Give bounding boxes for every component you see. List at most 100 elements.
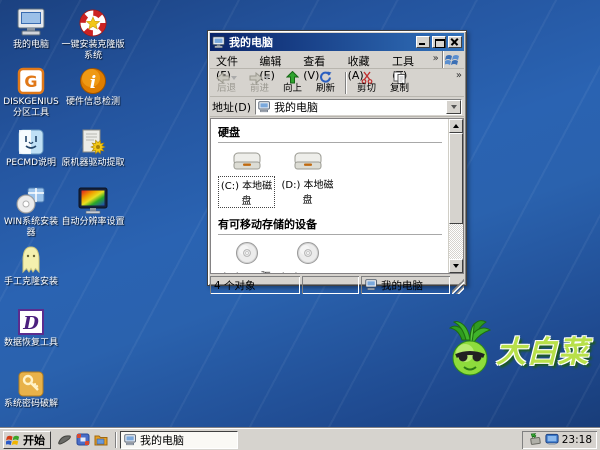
my-computer-icon — [258, 101, 271, 113]
drive-d-item[interactable]: (D:) 本地磁盘 — [279, 149, 336, 208]
my-computer-icon — [365, 279, 378, 291]
hard-drive-icon — [218, 149, 275, 173]
address-combo[interactable]: 我的电脑 — [255, 99, 462, 115]
start-logo-icon — [6, 433, 21, 447]
section-divider — [218, 234, 442, 235]
safely-remove-icon[interactable] — [528, 433, 542, 446]
system-tray: 23:18 — [522, 431, 597, 449]
scrollbar-track[interactable] — [449, 133, 463, 259]
address-value: 我的电脑 — [274, 99, 443, 115]
desktop-icon-label: 系统密码破解 — [1, 399, 61, 410]
desktop-icon-manual-ghost[interactable]: 手工克隆安装 — [1, 243, 61, 288]
toolbar-overflow-chevron[interactable]: » — [456, 70, 462, 81]
dabaicai-logo: 大白菜 — [444, 318, 596, 380]
window-controls — [416, 36, 462, 48]
desktop-icon-win-installer[interactable]: WIN系统安装器 — [1, 183, 61, 239]
drive-label: (X:) WINPE — [280, 272, 336, 273]
my-computer-icon — [124, 434, 137, 446]
desktop-icon-label: 数据恢复工具 — [1, 338, 61, 349]
back-dropdown-arrow[interactable] — [231, 76, 237, 80]
forward-button[interactable]: 前进 — [243, 70, 276, 96]
desktop-icon-password-crack[interactable]: 系统密码破解 — [1, 365, 61, 410]
down-arrow-icon — [453, 264, 459, 268]
drive-label: (E:) CD 驱动器 — [218, 268, 275, 273]
menu-tools[interactable]: 工具(T) — [386, 51, 430, 68]
menu-edit[interactable]: 编辑(E) — [253, 51, 297, 68]
minimize-button[interactable] — [416, 36, 430, 48]
toolbar: 后退 前进 向上 — [210, 69, 464, 97]
pecmd-quick-icon[interactable] — [76, 433, 90, 446]
cd-drive-icon — [279, 241, 336, 265]
up-button[interactable]: 向上 — [276, 70, 309, 96]
menu-overflow-chevron[interactable]: » — [430, 51, 442, 68]
start-button[interactable]: 开始 — [3, 431, 51, 449]
refresh-button[interactable]: 刷新 — [309, 70, 342, 96]
drive-e-item[interactable]: (E:) CD 驱动器 — [218, 241, 275, 273]
drive-x-item[interactable]: (X:) WINPE — [279, 241, 336, 273]
logo-text: 大白菜 — [496, 327, 589, 371]
forward-icon — [249, 72, 263, 84]
desktop-icon-oneclick-install[interactable]: 一键安装克隆版系统 — [60, 6, 126, 62]
svg-text:D: D — [22, 313, 39, 334]
desktop-icon-label: 手工克隆安装 — [1, 277, 61, 288]
back-icon — [216, 72, 230, 84]
close-button[interactable] — [448, 36, 462, 48]
scrollbar-thumb[interactable] — [449, 133, 463, 224]
status-bar: 4 个对象 我的电脑 — [210, 276, 464, 294]
back-button[interactable]: 后退 — [210, 70, 243, 96]
desktop: 我的电脑 G DISKGENIUS分区工具 PECMD说明 — [0, 0, 600, 450]
desktop-icon-label: 自动分辨率设置 — [60, 217, 126, 228]
desktop-icon-my-computer[interactable]: 我的电脑 — [1, 6, 61, 51]
my-computer-window: 我的电脑 文件(F) 编辑(E) 查看(V) 收藏(A) 工具(T) » — [207, 30, 467, 286]
section-header-removable: 有可移动存储的设备 — [218, 216, 446, 232]
resize-grip[interactable] — [452, 276, 464, 294]
copy-button[interactable]: 复制 — [383, 70, 416, 96]
vertical-scrollbar[interactable] — [448, 119, 463, 273]
address-bar: 地址(D) 我的电脑 — [210, 97, 464, 117]
hard-drive-icon — [279, 149, 336, 173]
status-location-text: 我的电脑 — [381, 278, 423, 293]
desktop-icon-diskgenius[interactable]: G DISKGENIUS分区工具 — [1, 63, 61, 119]
folder-view-main: 硬盘 (C:) 本地磁盘 — [211, 119, 448, 273]
desktop-icon-auto-resolution[interactable]: 自动分辨率设置 — [60, 183, 126, 228]
file-explorer-icon[interactable] — [94, 434, 108, 446]
win-installer-icon — [1, 183, 61, 215]
window-titlebar[interactable]: 我的电脑 — [210, 33, 464, 51]
scroll-down-button[interactable] — [449, 259, 463, 273]
desktop-icon-pecmd[interactable]: PECMD说明 — [1, 124, 61, 169]
drive-label: (C:) 本地磁盘 — [218, 176, 275, 208]
display-tray-icon[interactable] — [545, 433, 559, 446]
desktop-icon-label: 我的电脑 — [1, 40, 61, 51]
desktop-icon-data-recovery[interactable]: D 数据恢复工具 — [1, 304, 61, 349]
taskbar: 开始 我的电脑 — [0, 428, 600, 450]
menu-file[interactable]: 文件(F) — [210, 51, 253, 68]
desktop-icon-label: 原机器驱动提取 — [60, 158, 126, 169]
window-title-icon — [212, 36, 226, 49]
status-location-panel: 我的电脑 — [361, 276, 450, 294]
address-dropdown-button[interactable] — [446, 100, 461, 114]
menu-bar: 文件(F) 编辑(E) 查看(V) 收藏(A) 工具(T) » — [210, 51, 464, 69]
desktop-icon-label: WIN系统安装器 — [1, 217, 61, 239]
menu-view[interactable]: 查看(V) — [297, 51, 341, 68]
taskbar-item-my-computer[interactable]: 我的电脑 — [120, 431, 238, 449]
scroll-up-button[interactable] — [449, 119, 463, 133]
toolbar-separator — [345, 72, 347, 94]
quick-launch — [54, 433, 112, 446]
desktop-icon-hardware-info[interactable]: i 硬件信息检测 — [60, 63, 126, 108]
forward-dropdown-arrow[interactable] — [264, 76, 270, 80]
svg-text:G: G — [24, 72, 37, 91]
show-desktop-icon[interactable] — [58, 434, 72, 446]
desktop-icon-driver-extract[interactable]: 原机器驱动提取 — [60, 124, 126, 169]
maximize-button[interactable] — [432, 36, 446, 48]
window-title: 我的电脑 — [229, 34, 413, 50]
menu-favorites[interactable]: 收藏(A) — [342, 51, 386, 68]
desktop-icon-label: DISKGENIUS分区工具 — [1, 97, 61, 119]
cut-button[interactable]: 剪切 — [350, 70, 383, 96]
driver-gear-icon — [60, 124, 126, 156]
desktop-icon-label: 一键安装克隆版系统 — [60, 40, 126, 62]
section-divider — [218, 142, 442, 143]
diskgenius-icon: G — [1, 63, 61, 95]
drive-c-item[interactable]: (C:) 本地磁盘 — [218, 149, 275, 208]
start-label: 开始 — [23, 432, 45, 448]
svg-text:i: i — [90, 73, 96, 93]
